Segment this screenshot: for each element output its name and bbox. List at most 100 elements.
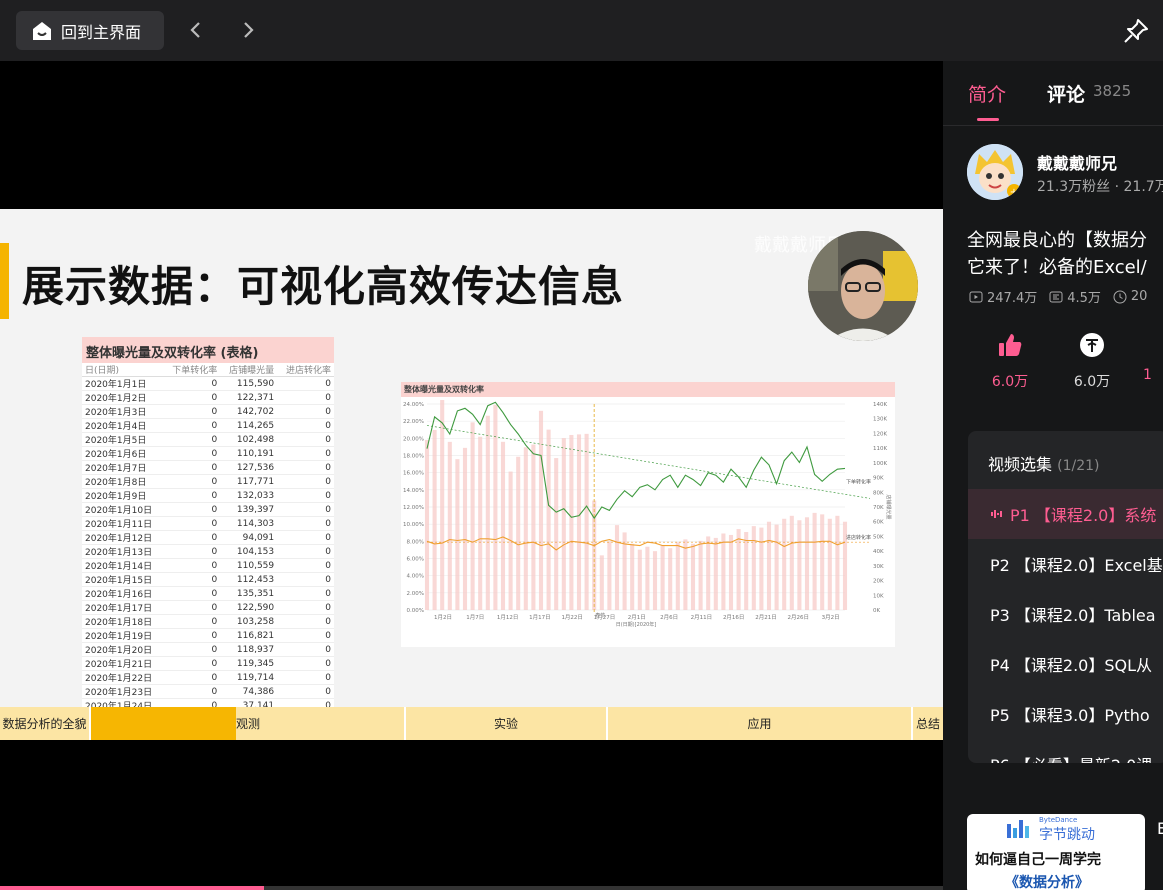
table-cell: 0 <box>163 376 221 391</box>
chart-svg: 0.00% 2.00% 4.00% 6.00% 8.00% 10.00% 12.00% 14.… <box>403 400 892 628</box>
timeline-item-summary: 总结 <box>915 717 940 731</box>
home-icon <box>33 21 51 40</box>
like-button[interactable]: 6.0万 <box>985 331 1035 391</box>
y-left-tick-label: 4.00% <box>407 574 424 580</box>
bar <box>500 441 506 610</box>
progress-bar[interactable] <box>0 886 943 890</box>
author-fans: 21.3万粉丝 · 21.7万 <box>1037 179 1163 195</box>
episode-item-p6[interactable]: P6 【必看】最新2.0课 <box>968 739 1163 763</box>
table-header-cell: 日(日期) <box>82 363 164 377</box>
table-cell: 94,091 <box>220 530 278 545</box>
table-cell: 135,351 <box>220 586 278 601</box>
y-right-tick-label: 50K <box>873 534 884 540</box>
bar <box>516 456 521 610</box>
x-tick-label: 2月1日 <box>628 614 646 621</box>
bar <box>827 518 832 610</box>
bar <box>751 526 756 610</box>
tab-comments[interactable]: 评论 <box>1047 80 1085 107</box>
episode-item-p1[interactable]: P1 【课程2.0】系统 <box>968 489 1163 539</box>
table-header-cell: 店铺曝光量 <box>220 363 278 377</box>
bar <box>774 524 779 610</box>
pin-icon[interactable] <box>1122 17 1150 45</box>
episode-label: P2 【课程2.0】Excel基 <box>990 556 1163 575</box>
home-button[interactable]: 回到主界面 <box>16 11 164 50</box>
table-row: 2020年1月8日 0 117,771 0 <box>82 474 334 489</box>
table-cell: 2020年1月9日 <box>82 488 164 503</box>
table-cell: 2020年1月5日 <box>82 432 164 447</box>
top-bar: 回到主界面 <box>0 0 1163 61</box>
author-name[interactable]: 戴戴戴师兄 <box>1037 150 1117 174</box>
bar <box>554 458 559 610</box>
y-right-tick-label: 90K <box>873 476 884 482</box>
bar <box>820 514 825 610</box>
table-row: 2020年1月2日 0 122,371 0 <box>82 390 334 405</box>
table-cell: 115,590 <box>220 376 278 391</box>
bar <box>683 539 688 610</box>
table-cell: 0 <box>277 460 334 475</box>
tab-active-indicator <box>977 118 999 121</box>
table-row: 2020年1月16日 0 135,351 0 <box>82 586 334 601</box>
home-label: 回到主界面 <box>61 22 142 42</box>
table-cell: 2020年1月1日 <box>82 376 164 391</box>
x-tick-label: 2月26日 <box>788 614 810 621</box>
bar <box>804 517 810 610</box>
episode-item-p2[interactable]: P2 【课程2.0】Excel基 <box>968 539 1163 589</box>
y-right-tick-label: 30K <box>873 564 884 570</box>
coin-button[interactable]: 6.0万 <box>1067 331 1117 391</box>
episode-item-p4[interactable]: P4 【课程2.0】SQL从 <box>968 639 1163 689</box>
y-right-tick-label: 0K <box>873 608 880 614</box>
bar <box>782 518 787 610</box>
y-right-tick-label: 10K <box>873 593 884 599</box>
tab-intro[interactable]: 简介 <box>968 80 1006 107</box>
table-cell: 0 <box>277 474 334 489</box>
promo-line1: 如何逼自己一周学完 <box>975 852 1101 868</box>
x-tick-label: 1月7日 <box>466 614 484 621</box>
promo-line2: 《数据分析》 <box>1005 875 1089 890</box>
recommended-video-title[interactable]: E <box>1157 819 1163 838</box>
timeline-item-observe: 观测 <box>236 707 406 740</box>
play-count-icon <box>969 291 983 302</box>
y-left-tick-label: 0.00% <box>407 608 424 614</box>
avatar[interactable]: + <box>967 144 1023 200</box>
episode-item-p3[interactable]: P3 【课程2.0】Tablea <box>968 589 1163 639</box>
x-tick-label: 1月2日 <box>434 614 452 621</box>
table-row: 2020年1月18日 0 103,258 0 <box>82 614 334 629</box>
forward-arrow-icon[interactable] <box>236 18 260 42</box>
clock-icon <box>1113 290 1127 303</box>
table-cell: 0 <box>277 558 334 573</box>
table-row: 2020年1月19日 0 116,821 0 <box>82 628 334 643</box>
bar <box>721 533 726 610</box>
bar <box>462 447 468 610</box>
y-right-tick-label: 80K <box>873 490 884 496</box>
favorite-button[interactable]: 1 <box>1143 331 1163 383</box>
bar <box>424 439 430 610</box>
timeline-item-experiment: 实验 <box>406 707 608 740</box>
table-cell: 2020年1月19日 <box>82 628 164 643</box>
bar <box>660 545 665 610</box>
bar <box>470 422 475 610</box>
episode-list-title: 视频选集 (1/21) <box>988 451 1099 475</box>
recommended-video-thumbnail[interactable]: ByteDance 字节跳动 如何逼自己一周学完 《数据分析》 <box>967 814 1145 890</box>
table-cell: 103,258 <box>220 614 278 629</box>
y-left-tick-label: 14.00% <box>403 488 424 494</box>
progress-fill <box>0 886 265 890</box>
table-cell: 116,821 <box>220 628 278 643</box>
table-cell: 112,453 <box>220 572 278 587</box>
table-cell: 0 <box>163 460 221 475</box>
y-right-tick-label: 100K <box>873 461 887 467</box>
app-window: 回到主界面 展示数据：可视化高效传达信息 戴戴戴师兄 整体曝光量及双转化率 (表… <box>0 0 1163 890</box>
danmaku-icon <box>1049 291 1063 302</box>
back-arrow-icon[interactable] <box>184 18 208 42</box>
table-cell: 0 <box>163 474 221 489</box>
table-cell: 132,033 <box>220 488 278 503</box>
table-cell: 119,345 <box>220 656 278 671</box>
bar <box>690 543 696 610</box>
video-stats: 247.4万 4.5万 20 <box>969 287 1159 306</box>
video-player[interactable]: 展示数据：可视化高效传达信息 戴戴戴师兄 整体曝光量及双转化率 (表格) 日(日… <box>0 61 943 890</box>
table-cell: 0 <box>277 614 334 629</box>
episode-item-p5[interactable]: P5 【课程3.0】Pytho <box>968 689 1163 739</box>
table-cell: 0 <box>163 446 221 461</box>
episode-list-count: (1/21) <box>1057 458 1100 474</box>
table-row: 2020年1月3日 0 142,702 0 <box>82 404 334 419</box>
y-left-tick-label: 10.00% <box>403 522 424 528</box>
